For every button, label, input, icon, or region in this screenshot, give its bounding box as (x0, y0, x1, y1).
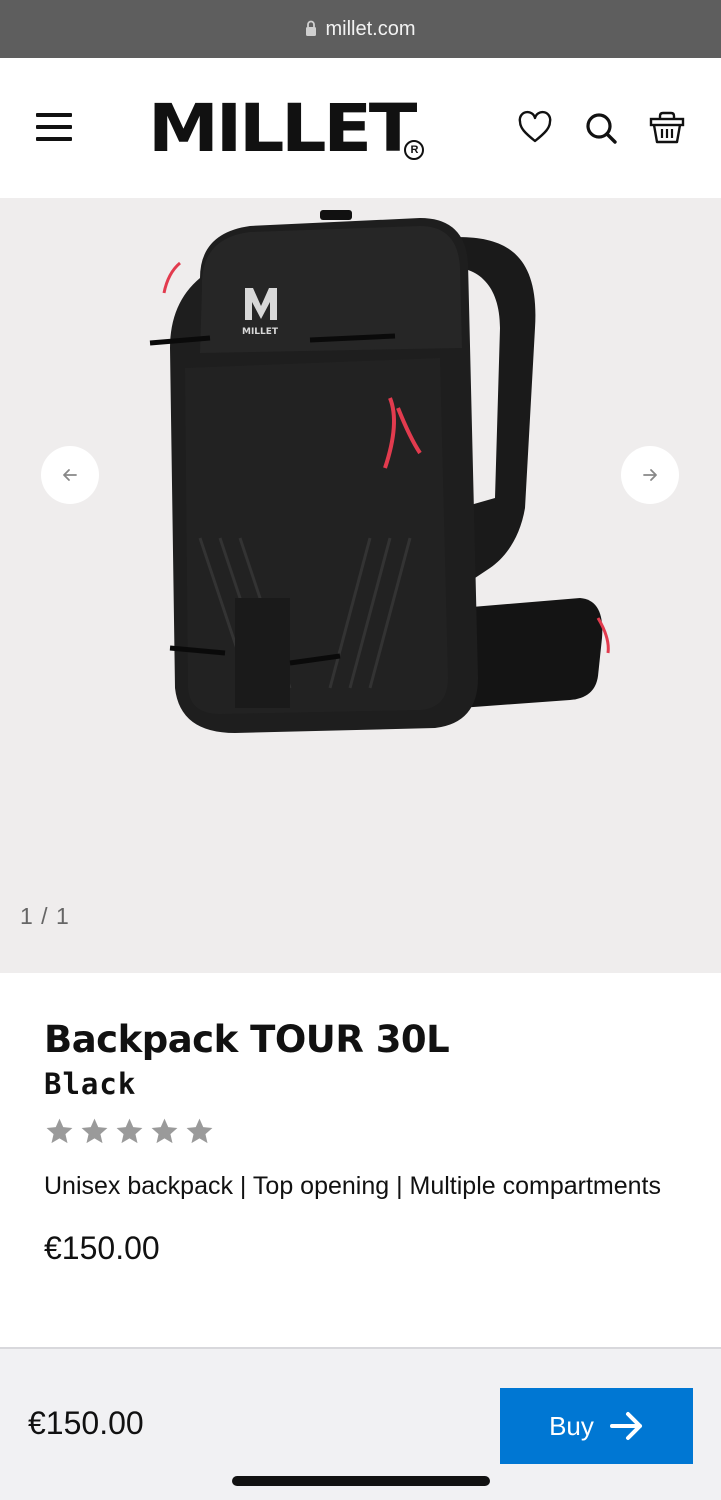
product-info: Backpack TOUR 30L Black Unisex backpack … (44, 1016, 684, 1267)
search-icon[interactable] (583, 110, 619, 146)
arrow-left-icon (63, 469, 77, 481)
star-icon (186, 1118, 213, 1144)
site-header: MILLET R (0, 58, 721, 198)
star-icon (151, 1118, 178, 1144)
url-text: millet.com (325, 17, 416, 40)
buy-button-label: Buy (549, 1410, 594, 1441)
backpack-image: MILLET (149, 210, 610, 733)
home-indicator[interactable] (232, 1476, 490, 1486)
millet-logo[interactable]: MILLET R (148, 90, 425, 167)
product-title: Backpack TOUR 30L (44, 1018, 450, 1061)
buy-button[interactable]: Buy (500, 1388, 693, 1464)
arrow-right-icon (609, 1412, 642, 1440)
browser-url-bar[interactable]: millet.com (0, 0, 721, 58)
product-price: €150.00 (44, 1230, 160, 1266)
basket-icon[interactable] (649, 110, 685, 146)
buybar-price: €150.00 (28, 1405, 144, 1441)
next-image-button[interactable] (621, 446, 679, 504)
arrow-right-icon (643, 469, 657, 481)
previous-image-button[interactable] (41, 446, 99, 504)
product-description: Unisex backpack | Top opening | Multiple… (44, 1172, 662, 1200)
image-counter: 1 / 1 (20, 903, 70, 929)
product-gallery[interactable]: MILLET 1 / 1 (0, 198, 721, 973)
star-icon (81, 1118, 108, 1144)
lock-icon (306, 20, 317, 36)
image-brand-label: MILLET (242, 327, 279, 337)
product-colour: Black (44, 1067, 137, 1101)
heart-icon[interactable] (517, 110, 553, 146)
star-icon (116, 1118, 143, 1144)
star-icon (46, 1118, 73, 1144)
logo-wordmark: MILLET (148, 90, 417, 167)
menu-icon[interactable] (36, 113, 72, 141)
rating-stars[interactable] (44, 1116, 684, 1147)
